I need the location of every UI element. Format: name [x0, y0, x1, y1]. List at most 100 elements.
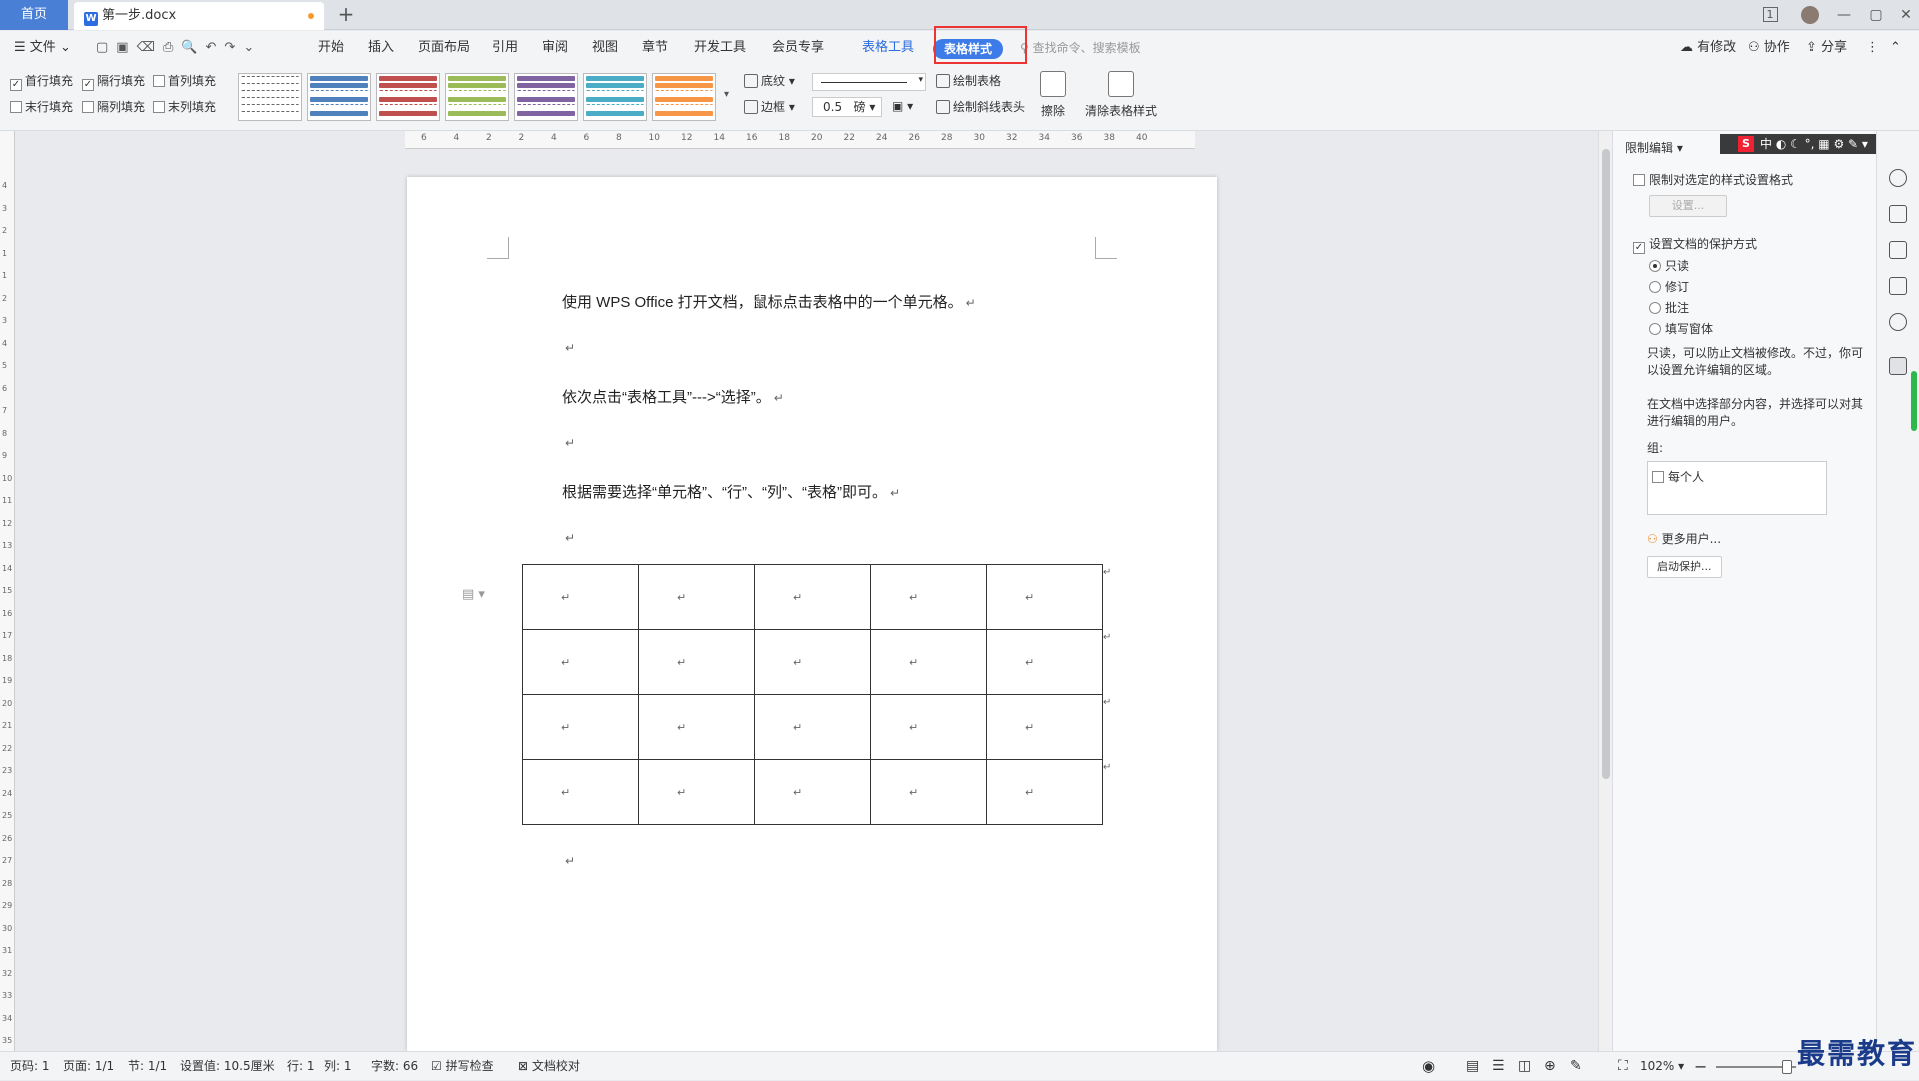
table-cell[interactable]: ↵: [522, 759, 639, 825]
more-users-link[interactable]: ⚇ 更多用户...: [1647, 531, 1865, 548]
page-view-icon[interactable]: ▤: [1466, 1052, 1479, 1081]
empty-paragraph[interactable]: ↵: [562, 434, 575, 451]
horizontal-ruler[interactable]: 6 4 2 2 4 6 8 10 12 14 16 18 20 22 24 26 28 30 32 34 36 38 40: [405, 131, 1195, 149]
table-cell[interactable]: ↵: [522, 629, 639, 695]
lock-icon[interactable]: [1889, 357, 1907, 375]
table-cell[interactable]: ↵: [522, 564, 639, 630]
table-cell[interactable]: ↵: [986, 629, 1103, 695]
table-style-swatch[interactable]: [514, 73, 578, 121]
checkbox-first-col[interactable]: 首列填充: [153, 73, 216, 89]
table-cell[interactable]: ↵: [638, 759, 755, 825]
clear-style-icon[interactable]: [1108, 71, 1134, 97]
has-changes-button[interactable]: ☁ 有修改: [1680, 31, 1736, 65]
line-width-select[interactable]: 0.5 磅 ▾: [812, 97, 882, 117]
table-cell[interactable]: ↵: [870, 694, 987, 760]
scrollbar-thumb[interactable]: [1602, 149, 1610, 779]
menu-developer[interactable]: 开发工具: [694, 31, 746, 65]
status-page-no[interactable]: 页码: 1: [10, 1052, 50, 1081]
reading-view-icon[interactable]: ◫: [1518, 1052, 1531, 1081]
menu-insert[interactable]: 插入: [368, 31, 394, 65]
menu-member[interactable]: 会员专享: [772, 31, 824, 65]
status-col[interactable]: 列: 1: [324, 1052, 352, 1081]
line-color-button[interactable]: ▣ ▾: [892, 99, 913, 113]
status-words[interactable]: 字数: 66: [371, 1052, 418, 1081]
new-tab-button[interactable]: +: [334, 0, 358, 30]
zoom-level[interactable]: 102% ▾: [1640, 1052, 1684, 1081]
status-pages[interactable]: 页面: 1/1: [63, 1052, 114, 1081]
checkbox-last-row[interactable]: 末行填充: [10, 99, 73, 115]
menu-page-layout[interactable]: 页面布局: [418, 31, 470, 65]
everyone-checkbox[interactable]: 每个人: [1652, 468, 1704, 485]
avatar[interactable]: [1797, 0, 1823, 30]
table-cell[interactable]: ↵: [754, 564, 871, 630]
help-icon[interactable]: [1889, 313, 1907, 331]
share-button[interactable]: ⇪ 分享: [1806, 31, 1847, 65]
table-cell[interactable]: ↵: [522, 694, 639, 760]
erase-button[interactable]: 擦除: [1041, 103, 1065, 119]
table-handle-icon[interactable]: ▤ ▾: [462, 587, 485, 602]
checkbox-banded-rows[interactable]: ✓ 隔行填充: [82, 73, 145, 91]
zoom-out-icon[interactable]: −: [1694, 1052, 1707, 1081]
shading-button[interactable]: 底纹 ▾: [744, 73, 795, 89]
table-cell[interactable]: ↵: [638, 694, 755, 760]
proofread-button[interactable]: ⊠ 文档校对: [518, 1052, 580, 1081]
close-button[interactable]: ✕: [1893, 0, 1919, 30]
paragraph-1[interactable]: 使用 WPS Office 打开文档，鼠标点击表格中的一个单元格。 ↵: [562, 291, 976, 312]
table-cell[interactable]: ↵: [986, 759, 1103, 825]
panel-title[interactable]: 限制编辑 ▾: [1625, 139, 1683, 156]
table-cell[interactable]: ↵: [986, 694, 1103, 760]
checkbox-first-row[interactable]: ✓ 首行填充: [10, 73, 73, 91]
protect-method-checkbox[interactable]: ✓ 设置文档的保护方式: [1633, 235, 1757, 254]
table-cell[interactable]: ↵: [870, 629, 987, 695]
menu-chapter[interactable]: 章节: [642, 31, 668, 65]
collaborate-button[interactable]: ⚇ 协作: [1748, 31, 1790, 65]
menu-view[interactable]: 视图: [592, 31, 618, 65]
table-cell[interactable]: ↵: [638, 629, 755, 695]
tab-home[interactable]: 首页: [0, 0, 68, 30]
page-layout-icon[interactable]: 1: [1757, 0, 1783, 30]
table-cell[interactable]: ↵: [986, 564, 1103, 630]
empty-paragraph[interactable]: ↵: [562, 852, 575, 869]
table-cell[interactable]: ↵: [870, 564, 987, 630]
radio-form[interactable]: 填写窗体: [1649, 320, 1713, 337]
more-icon[interactable]: ⋮: [1866, 31, 1879, 65]
zoom-slider-knob[interactable]: [1782, 1060, 1792, 1074]
file-menu[interactable]: ☰ 文件 ⌄: [14, 31, 71, 65]
table-style-swatch[interactable]: [238, 73, 302, 121]
pointer-icon[interactable]: [1889, 241, 1907, 259]
draw-table-button[interactable]: 绘制表格: [936, 73, 1001, 89]
checkbox-banded-cols[interactable]: 隔列填充: [82, 99, 145, 115]
vertical-scrollbar[interactable]: [1598, 131, 1612, 1051]
table-cell[interactable]: ↵: [638, 564, 755, 630]
table-style-swatch[interactable]: [307, 73, 371, 121]
empty-paragraph[interactable]: ↵: [562, 339, 575, 356]
draw-diagonal-button[interactable]: 绘制斜线表头: [936, 99, 1025, 115]
table-cell[interactable]: ↵: [754, 694, 871, 760]
sliders-icon[interactable]: [1889, 277, 1907, 295]
empty-paragraph[interactable]: ↵: [562, 529, 575, 546]
menu-table-tools[interactable]: 表格工具: [862, 31, 914, 65]
clear-table-style-button[interactable]: 清除表格样式: [1085, 103, 1157, 119]
style-icon[interactable]: [1889, 169, 1907, 187]
table-style-swatch[interactable]: [583, 73, 647, 121]
start-protect-button[interactable]: 启动保护...: [1647, 556, 1722, 578]
paragraph-3[interactable]: 根据需要选择“单元格”、“行”、“列”、“表格”即可。 ↵: [562, 481, 900, 502]
eye-protect-icon[interactable]: ◉: [1422, 1052, 1435, 1081]
table-style-swatch[interactable]: [445, 73, 509, 121]
tab-document[interactable]: W 第一步.docx: [74, 2, 324, 30]
restore-button[interactable]: ▢: [1863, 0, 1889, 30]
status-section[interactable]: 节: 1/1: [128, 1052, 167, 1081]
command-search[interactable]: ⚲ 查找命令、搜索模板: [1020, 31, 1141, 65]
menu-review[interactable]: 审阅: [542, 31, 568, 65]
checkbox-last-col[interactable]: 末列填充: [153, 99, 216, 115]
fit-page-icon[interactable]: ⛶: [1618, 1052, 1628, 1081]
radio-readonly[interactable]: 只读: [1649, 257, 1689, 274]
quick-access-toolbar[interactable]: ▢▣⌫⎙🔍↶↷⌄: [96, 31, 262, 65]
minimize-button[interactable]: —: [1831, 0, 1857, 30]
status-row[interactable]: 行: 1: [287, 1052, 315, 1081]
table-cell[interactable]: ↵: [754, 629, 871, 695]
table-cell[interactable]: ↵: [870, 759, 987, 825]
style-gallery-more-icon[interactable]: ▾: [724, 89, 729, 100]
border-button[interactable]: 边框 ▾: [744, 99, 795, 115]
restrict-format-checkbox[interactable]: 限制对选定的样式设置格式: [1633, 171, 1793, 188]
